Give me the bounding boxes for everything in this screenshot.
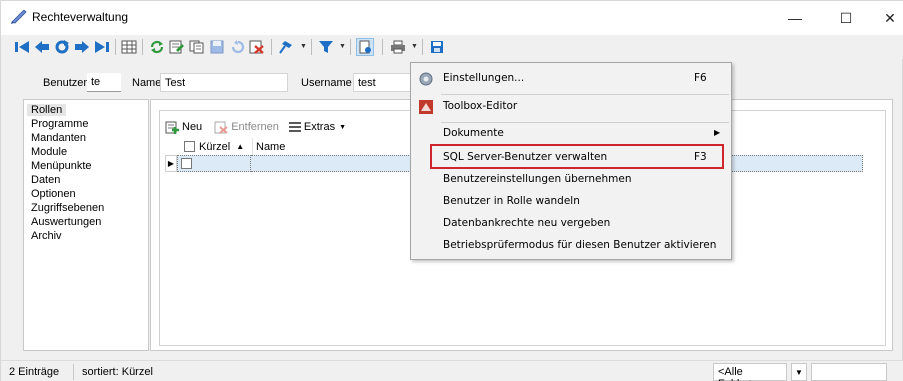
table-view-icon[interactable] [120, 38, 138, 56]
menu-shortcut: F6 [694, 72, 707, 84]
toolbar-separator [311, 39, 312, 55]
submenu-arrow-icon: ▶ [714, 128, 721, 137]
row-checkbox[interactable] [181, 158, 192, 169]
delete-icon[interactable] [248, 38, 266, 56]
extras-dropdown-arrow-icon[interactable]: ▼ [339, 124, 346, 131]
copy-record-icon[interactable] [188, 38, 206, 56]
menu-item-datenbankrechte[interactable]: Datenbankrechte neu vergeben [411, 213, 731, 235]
filter-dropdown-arrow-icon[interactable]: ▼ [339, 43, 346, 50]
column-header-name[interactable]: Name [253, 138, 373, 155]
refresh-icon[interactable] [53, 38, 71, 56]
menu-item-benutzer-in-rolle[interactable]: Benutzer in Rolle wandeln [411, 191, 731, 213]
toolbar-separator [422, 39, 423, 55]
toolbar-separator [271, 39, 272, 55]
sort-ascending-icon: ▲ [236, 142, 245, 151]
menu-label: Betriebsprüfermodus für diesen Benutzer … [443, 239, 717, 251]
save-icon[interactable] [208, 38, 226, 56]
rights-navigation-list: Rollen Programme Mandanten Module Menüpu… [23, 99, 149, 351]
title-bar: Rechteverwaltung — ☐ ✕ [1, 1, 903, 35]
toolbar-separator [382, 39, 383, 55]
nav-item-module[interactable]: Module [31, 146, 67, 158]
sort-status: sortiert: Kürzel [82, 366, 153, 378]
toolbar-separator [115, 39, 116, 55]
first-record-icon[interactable] [13, 38, 31, 56]
filter-value-input[interactable] [811, 363, 887, 381]
menu-item-dokumente[interactable]: Dokumente ▶ [411, 123, 731, 145]
edit-record-icon[interactable] [168, 38, 186, 56]
nav-item-auswertungen[interactable]: Auswertungen [31, 216, 101, 228]
column-name-label: Name [256, 140, 286, 153]
nav-item-optionen[interactable]: Optionen [31, 188, 76, 200]
username-field[interactable]: test [353, 73, 411, 92]
menu-item-benutzereinstellungen[interactable]: Benutzereinstellungen übernehmen [411, 169, 731, 191]
select-all-checkbox[interactable] [184, 141, 195, 152]
header-spacer [165, 138, 181, 155]
nav-item-rollen[interactable]: Rollen [27, 104, 67, 116]
row-kuerzel-cell[interactable] [177, 155, 251, 172]
minimize-button[interactable]: — [772, 1, 818, 35]
print-icon[interactable] [389, 38, 407, 56]
reload-icon[interactable] [148, 38, 166, 56]
pin-icon[interactable] [278, 38, 296, 56]
save-disk-icon[interactable] [428, 38, 446, 56]
pen-app-icon [11, 9, 27, 24]
undo-icon[interactable] [228, 38, 246, 56]
benutzer-field[interactable]: te [87, 73, 121, 92]
menu-label: Datenbankrechte neu vergeben [443, 217, 611, 229]
pin-dropdown-arrow-icon[interactable]: ▼ [300, 43, 307, 50]
info-icon[interactable] [356, 38, 374, 56]
combo-dropdown-icon[interactable]: ▼ [791, 363, 807, 381]
roles-grid-header: Kürzel ▲ Name [165, 138, 373, 155]
remove-button[interactable]: Entfernen [231, 121, 279, 133]
nav-item-daten[interactable]: Daten [31, 174, 60, 186]
previous-record-icon[interactable] [33, 38, 51, 56]
new-icon[interactable] [165, 121, 179, 134]
close-button[interactable]: ✕ [867, 1, 903, 35]
roles-subtoolbar: Neu Entfernen Extras ▼ [165, 119, 346, 135]
nav-item-programme[interactable]: Programme [31, 118, 88, 130]
settings-gear-icon [418, 71, 434, 87]
last-record-icon[interactable] [93, 38, 111, 56]
menu-label: Toolbox-Editor [443, 100, 518, 112]
status-bar: 2 Einträge sortiert: Kürzel <Alle Felder… [1, 360, 903, 381]
nav-item-menuepunkte[interactable]: Menüpunkte [31, 160, 92, 172]
name-field[interactable]: Test [160, 73, 288, 92]
menu-label: Benutzer in Rolle wandeln [443, 195, 580, 207]
nav-item-zugriffsebenen[interactable]: Zugriffsebenen [31, 202, 104, 214]
username-label: Username [301, 77, 352, 89]
window-title: Rechteverwaltung [32, 10, 129, 24]
name-label: Name [132, 77, 162, 89]
menu-item-betriebspruefermodus[interactable]: Betriebsprüfermodus für diesen Benutzer … [411, 235, 731, 257]
menu-item-toolbox-editor[interactable]: Toolbox-Editor [411, 96, 731, 118]
toolbar-separator [350, 39, 351, 55]
highlight-annotation [430, 144, 724, 169]
remove-icon[interactable] [214, 121, 228, 134]
column-header-kuerzel[interactable]: Kürzel ▲ [181, 138, 253, 155]
menu-label: Benutzereinstellungen übernehmen [443, 173, 632, 185]
column-kuerzel-label: Kürzel [199, 140, 231, 153]
row-marker-icon: ▶ [165, 155, 177, 172]
next-record-icon[interactable] [73, 38, 91, 56]
toolbox-icon [418, 99, 434, 115]
status-separator [73, 364, 74, 380]
nav-item-mandanten[interactable]: Mandanten [31, 132, 86, 144]
main-toolbar: ▼ ▼ ▼ [1, 35, 903, 59]
filter-field-combo[interactable]: <Alle Felder> [713, 363, 787, 381]
filter-icon[interactable] [317, 38, 335, 56]
extras-button[interactable]: Extras [304, 121, 335, 133]
nav-item-archiv[interactable]: Archiv [31, 230, 62, 242]
maximize-button[interactable]: ☐ [823, 1, 869, 35]
toolbar-separator [142, 39, 143, 55]
menu-separator [441, 94, 729, 95]
record-count: 2 Einträge [9, 366, 60, 378]
benutzer-label: Benutzer [43, 77, 88, 89]
print-dropdown-arrow-icon[interactable]: ▼ [411, 43, 418, 50]
menu-item-einstellungen[interactable]: Einstellungen... F6 [411, 68, 731, 90]
menu-label: Einstellungen... [443, 72, 525, 84]
new-button[interactable]: Neu [182, 121, 202, 133]
menu-label: Dokumente [443, 127, 504, 139]
menu-lines-icon[interactable] [288, 122, 301, 132]
